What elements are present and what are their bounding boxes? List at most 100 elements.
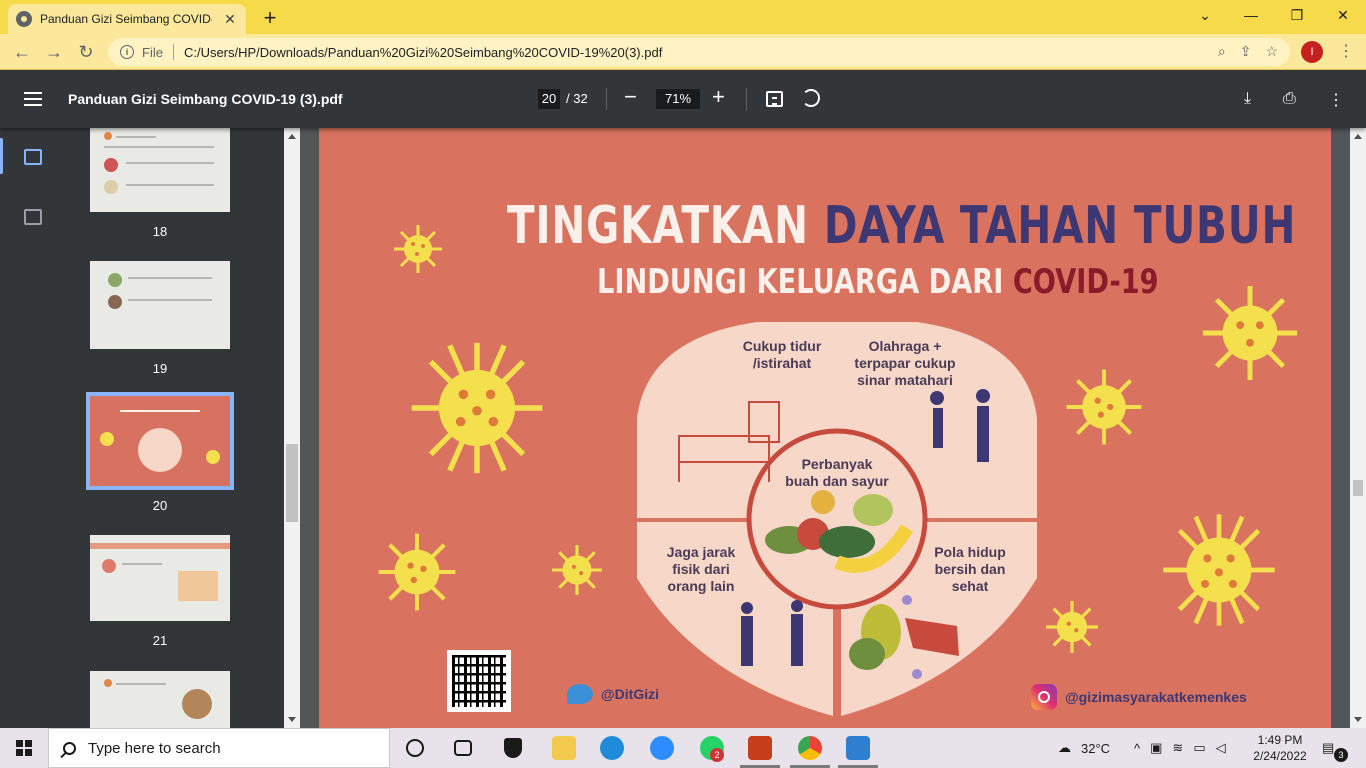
thumbnail-label: 21	[152, 633, 168, 648]
instagram-handle: @gizimasyarakatkemenkes	[1031, 684, 1247, 710]
notifications-button[interactable]: ▤	[1322, 728, 1334, 768]
virus-icon	[411, 342, 543, 474]
scroll-up-icon[interactable]	[288, 134, 296, 139]
url-text[interactable]: C:/Users/HP/Downloads/Panduan%20Gizi%20S…	[184, 45, 662, 60]
wifi-icon[interactable]: ≋	[1172, 740, 1183, 756]
zoom-level-input[interactable]: 71%	[656, 89, 700, 109]
browser-tab[interactable]: Panduan Gizi Seimbang COVID-1 ✕	[8, 4, 246, 34]
virus-icon	[378, 533, 456, 611]
start-button[interactable]	[0, 728, 48, 768]
temperature: 32°C	[1081, 740, 1111, 756]
thumbnail-page-19[interactable]	[90, 261, 230, 349]
url-divider	[172, 44, 174, 60]
volume-icon[interactable]: ◁	[1216, 740, 1226, 756]
virus-icon	[394, 225, 442, 273]
browser-menu-icon[interactable]: ⋮	[1338, 41, 1354, 61]
tab-title: Panduan Gizi Seimbang COVID-1	[40, 12, 212, 26]
thumbnail-page-18[interactable]	[90, 128, 230, 212]
scroll-down-icon[interactable]	[288, 717, 296, 722]
tip-distance-label: Jaga jarak fisik dari orang lain	[666, 544, 736, 594]
page-number-input[interactable]: 20	[538, 89, 560, 109]
address-bar[interactable]: i File C:/Users/HP/Downloads/Panduan%20G…	[108, 38, 1290, 66]
clock-time: 1:49 PM	[1257, 733, 1303, 747]
edge-icon[interactable]	[600, 736, 624, 760]
bookmark-star-icon[interactable]: ☆	[1265, 43, 1278, 60]
windows-taskbar: Type here to search 2 ☁ 32°C ^ ▣ ≋ ▭ ◁ 1…	[0, 728, 1366, 768]
document-title: Panduan Gizi Seimbang COVID-19 (3).pdf	[68, 91, 343, 107]
menu-icon[interactable]	[24, 92, 42, 106]
thumbnail-page-22[interactable]	[90, 671, 230, 728]
tip-exercise-label: Olahraga + terpapar cukup sinar matahari	[854, 338, 956, 388]
windows-logo-icon	[16, 740, 32, 756]
rotate-icon[interactable]	[802, 89, 820, 107]
task-view-icon[interactable]	[454, 740, 472, 756]
browser-toolbar: ← → ↻ i File C:/Users/HP/Downloads/Pandu…	[0, 34, 1366, 70]
thumbnail-label: 19	[152, 361, 168, 376]
weather-widget[interactable]: ☁ 32°C	[1058, 728, 1110, 768]
viewer-scrollbar[interactable]	[1350, 128, 1366, 728]
profile-avatar[interactable]: I	[1301, 41, 1323, 63]
more-actions-icon[interactable]: ⋮	[1328, 90, 1344, 110]
sidebar-scrollbar[interactable]	[284, 128, 300, 728]
info-icon[interactable]: i	[120, 45, 134, 59]
tab-search-chevron-icon[interactable]: ⌄	[1182, 0, 1228, 30]
close-tab-icon[interactable]: ✕	[222, 11, 238, 28]
instagram-icon	[1031, 684, 1057, 710]
taskbar-search[interactable]: Type here to search	[48, 728, 390, 768]
print-icon[interactable]: ⎙	[1283, 90, 1296, 108]
browser-tab-bar: Panduan Gizi Seimbang COVID-1 ✕ + ⌄ — ❐ …	[0, 0, 1366, 34]
notification-count: 3	[1334, 748, 1348, 762]
zoom-search-icon[interactable]: ⌕	[1218, 43, 1226, 60]
scroll-down-icon[interactable]	[1354, 717, 1362, 722]
security-shield-icon[interactable]	[504, 738, 522, 758]
reload-button[interactable]: ↻	[74, 40, 98, 64]
sidebar-scroll-thumb[interactable]	[286, 444, 298, 522]
scroll-up-icon[interactable]	[1354, 134, 1362, 139]
viewer-scroll-thumb[interactable]	[1353, 480, 1363, 496]
download-icon[interactable]: ⤓	[1244, 90, 1251, 108]
file-explorer-icon[interactable]	[552, 736, 576, 760]
zoom-app-icon[interactable]	[650, 736, 674, 760]
battery-icon[interactable]: ▭	[1193, 740, 1205, 756]
minimize-button[interactable]: —	[1228, 0, 1274, 30]
restore-button[interactable]: ❐	[1274, 0, 1320, 30]
cortana-icon[interactable]	[406, 739, 424, 757]
globe-icon	[16, 11, 32, 27]
nutrition-plate-diagram	[637, 322, 1037, 716]
fit-to-page-icon[interactable]	[766, 91, 783, 107]
back-button[interactable]: ←	[10, 40, 34, 64]
twitter-icon	[567, 684, 593, 704]
clock-date: 2/24/2022	[1253, 749, 1307, 763]
virus-icon	[1046, 601, 1098, 653]
zoom-in-button[interactable]: +	[712, 86, 725, 108]
thumbnail-label: 18	[152, 224, 168, 239]
virus-icon	[1202, 285, 1298, 381]
subtitle-part-red: COVID-19	[1012, 262, 1159, 302]
title-part-white: TINGKATKAN	[507, 196, 809, 256]
new-tab-button[interactable]: +	[258, 5, 282, 31]
poster-subtitle: LINDUNGI KELUARGA DARI COVID-19	[597, 262, 1159, 302]
pdf-viewport[interactable]: TINGKATKAN DAYA TAHAN TUBUH LINDUNGI KEL…	[300, 128, 1350, 728]
meet-now-icon[interactable]: ▣	[1150, 740, 1162, 756]
zoom-out-button[interactable]: −	[624, 86, 637, 108]
pdf-toolbar: Panduan Gizi Seimbang COVID-19 (3).pdf 2…	[0, 70, 1366, 128]
virus-icon	[1066, 369, 1142, 445]
taskbar-clock[interactable]: 1:49 PM 2/24/2022	[1250, 732, 1310, 764]
powerpoint-icon[interactable]	[748, 736, 772, 760]
tip-clean-label: Pola hidup bersih dan sehat	[934, 544, 1006, 594]
forward-button[interactable]: →	[42, 40, 66, 64]
active-indicator	[0, 138, 3, 174]
outline-view-icon[interactable]	[24, 209, 42, 225]
chrome-icon[interactable]	[798, 736, 822, 760]
toolbar-divider	[606, 88, 607, 110]
show-hidden-icons[interactable]: ^	[1134, 741, 1140, 756]
thumbnail-page-20[interactable]	[86, 392, 234, 490]
photos-icon[interactable]	[846, 736, 870, 760]
thumbnails-view-icon[interactable]	[24, 149, 42, 165]
subtitle-part-white: LINDUNGI KELUARGA DARI	[597, 262, 1004, 302]
thumbnail-page-21[interactable]	[90, 535, 230, 621]
thumbnail-label: 20	[152, 498, 168, 513]
close-window-button[interactable]: ✕	[1320, 0, 1366, 30]
virus-icon	[552, 545, 602, 595]
share-icon[interactable]: ⇪	[1240, 43, 1252, 60]
